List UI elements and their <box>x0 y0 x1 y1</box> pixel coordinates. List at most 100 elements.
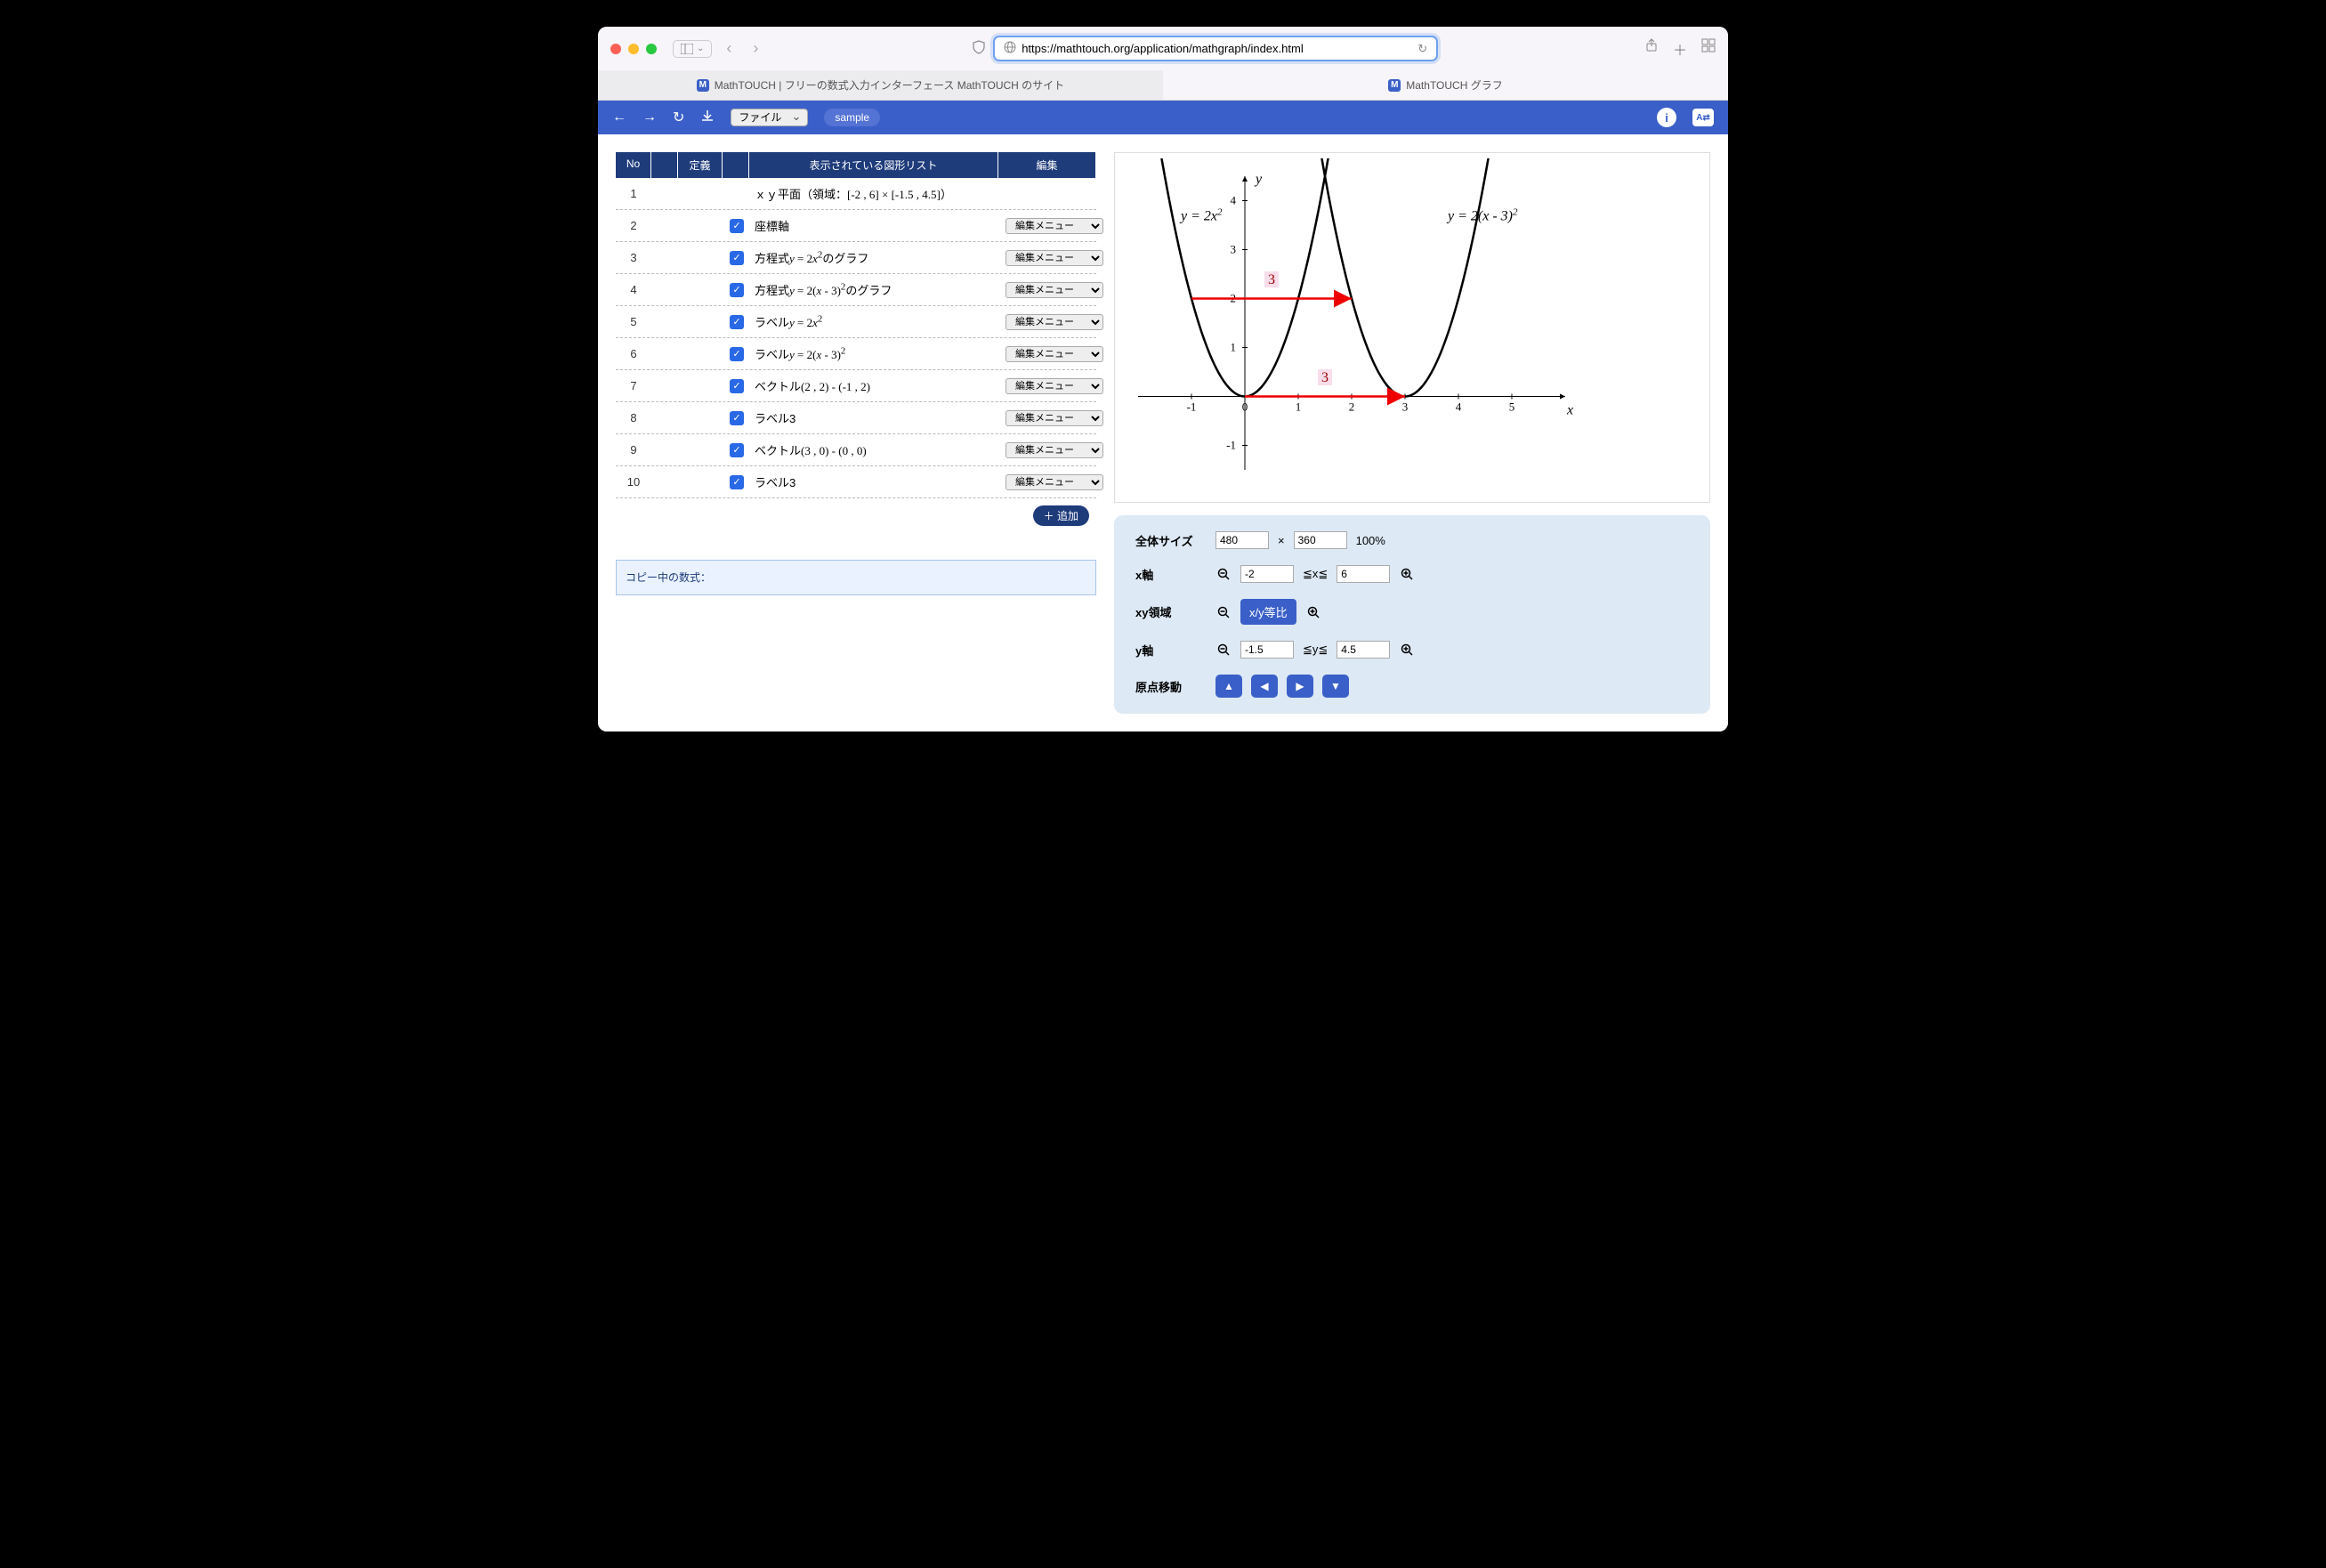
xy-ratio-button[interactable]: x/y等比 <box>1240 599 1296 625</box>
svg-text:0: 0 <box>1242 400 1248 414</box>
edit-menu-select[interactable]: 編集メニュー <box>1006 442 1103 458</box>
row-toggle <box>651 413 678 424</box>
row-visible-checkbox[interactable]: ✓ <box>723 309 749 335</box>
xmax-input[interactable] <box>1337 565 1390 583</box>
percent-label: 100% <box>1356 534 1385 547</box>
add-row-button[interactable]: ＋ 追加 <box>1033 505 1089 526</box>
back-icon[interactable]: ← <box>612 109 626 125</box>
origin-right-button[interactable]: ▶ <box>1287 675 1313 698</box>
col-def: 定義 <box>678 152 723 178</box>
row-visible-checkbox[interactable]: ✓ <box>723 341 749 367</box>
file-select[interactable]: ファイル <box>731 109 808 126</box>
download-icon[interactable] <box>700 109 715 127</box>
row-visible-checkbox[interactable]: ✓ <box>723 277 749 303</box>
row-def <box>678 349 723 360</box>
svg-text:3: 3 <box>1321 370 1329 385</box>
edit-menu-select[interactable]: 編集メニュー <box>1006 282 1103 298</box>
edit-menu-select[interactable]: 編集メニュー <box>1006 378 1103 394</box>
row-no: 1 <box>616 182 651 206</box>
edit-menu-select[interactable]: 編集メニュー <box>1006 474 1103 490</box>
refresh-icon[interactable]: ↻ <box>673 109 684 126</box>
row-description: ラベルy = 2x2 <box>749 308 998 335</box>
row-visible-checkbox[interactable]: ✓ <box>723 469 749 495</box>
privacy-shield-icon[interactable] <box>972 40 986 57</box>
yaxis-label: y軸 <box>1135 642 1207 659</box>
forward-icon[interactable]: → <box>642 109 657 125</box>
favicon-icon: M <box>697 79 709 92</box>
table-row: 8✓ラベル3編集メニュー <box>616 402 1096 434</box>
row-description: ラベルy = 2(x - 3)2 <box>749 340 998 368</box>
table-row: 4✓方程式y = 2(x - 3)2のグラフ編集メニュー <box>616 274 1096 306</box>
row-description: ラベル3 <box>749 404 998 432</box>
row-visible-checkbox[interactable]: ✓ <box>723 437 749 463</box>
origin-down-button[interactable]: ▼ <box>1322 675 1349 698</box>
xyarea-label: xy領域 <box>1135 603 1207 620</box>
row-def <box>678 381 723 392</box>
sample-badge: sample <box>824 109 880 126</box>
language-button[interactable]: A⇄ <box>1692 109 1714 126</box>
row-visible-checkbox[interactable] <box>723 189 749 199</box>
row-description: 方程式y = 2x2のグラフ <box>749 244 998 271</box>
edit-menu-select[interactable]: 編集メニュー <box>1006 346 1103 362</box>
check-icon: ✓ <box>730 251 744 265</box>
browser-tab-2[interactable]: M MathTOUCH グラフ <box>1163 70 1728 100</box>
reload-icon[interactable]: ↻ <box>1417 42 1427 56</box>
width-input[interactable] <box>1215 531 1269 549</box>
address-bar[interactable]: ↻ <box>993 36 1438 61</box>
row-toggle <box>651 477 678 488</box>
graph-canvas: -1012345-11234xyy = 2x2y = 2(x - 3)233 <box>1114 152 1710 503</box>
row-visible-checkbox[interactable]: ✓ <box>723 213 749 238</box>
row-visible-checkbox[interactable]: ✓ <box>723 405 749 431</box>
url-input[interactable] <box>1022 42 1412 55</box>
y-zoom-out-icon[interactable] <box>1215 642 1232 658</box>
row-description: ベクトル(2 , 2) - (-1 , 2) <box>749 372 998 400</box>
sidebar-toggle[interactable]: ⌄ <box>673 40 712 58</box>
edit-menu-select[interactable]: 編集メニュー <box>1006 218 1103 234</box>
edit-menu-select[interactable]: 編集メニュー <box>1006 250 1103 266</box>
new-tab-icon[interactable]: ＋ <box>1673 38 1687 60</box>
table-row: 7✓ベクトル(2 , 2) - (-1 , 2)編集メニュー <box>616 370 1096 402</box>
titlebar: ⌄ ‹ › ↻ ＋ <box>598 27 1728 70</box>
row-no: 3 <box>616 246 651 270</box>
row-description: ｘｙ平面（領域：[-2 , 6] × [-1.5 , 4.5]） <box>749 180 998 207</box>
col-no: No <box>616 152 651 178</box>
tab-title: MathTOUCH | フリーの数式入力インターフェース MathTOUCH の… <box>715 77 1064 93</box>
row-def <box>678 253 723 263</box>
check-icon: ✓ <box>730 411 744 425</box>
info-button[interactable]: i <box>1657 108 1676 127</box>
origin-left-button[interactable]: ◀ <box>1251 675 1278 698</box>
nav-back-button[interactable]: ‹ <box>719 39 739 58</box>
tab-title: MathTOUCH グラフ <box>1406 77 1502 93</box>
row-no: 10 <box>616 470 651 494</box>
ymin-input[interactable] <box>1240 641 1294 659</box>
row-description: 方程式y = 2(x - 3)2のグラフ <box>749 276 998 303</box>
app-toolbar: ← → ↻ ファイル sample i A⇄ <box>598 101 1728 134</box>
nav-forward-button[interactable]: › <box>746 39 765 58</box>
xmin-input[interactable] <box>1240 565 1294 583</box>
y-zoom-in-icon[interactable] <box>1399 642 1415 658</box>
row-visible-checkbox[interactable]: ✓ <box>723 373 749 399</box>
svg-text:y = 2(x - 3)2: y = 2(x - 3)2 <box>1446 207 1518 224</box>
minimize-window-button[interactable] <box>628 44 639 54</box>
edit-menu-select[interactable]: 編集メニュー <box>1006 314 1103 330</box>
row-visible-checkbox[interactable]: ✓ <box>723 245 749 271</box>
close-window-button[interactable] <box>610 44 621 54</box>
svg-text:-1: -1 <box>1226 439 1236 452</box>
x-zoom-in-icon[interactable] <box>1399 566 1415 582</box>
table-row: 2✓座標軸編集メニュー <box>616 210 1096 242</box>
share-icon[interactable] <box>1644 38 1659 60</box>
origin-up-button[interactable]: ▲ <box>1215 675 1242 698</box>
maximize-window-button[interactable] <box>646 44 657 54</box>
xy-zoom-in-icon[interactable] <box>1305 604 1321 620</box>
x-zoom-out-icon[interactable] <box>1215 566 1232 582</box>
edit-menu-select[interactable]: 編集メニュー <box>1006 410 1103 426</box>
row-no: 2 <box>616 214 651 238</box>
table-row: 10✓ラベル3編集メニュー <box>616 466 1096 498</box>
xy-zoom-out-icon[interactable] <box>1215 604 1232 620</box>
tab-overview-icon[interactable] <box>1701 38 1716 60</box>
ymax-input[interactable] <box>1337 641 1390 659</box>
height-input[interactable] <box>1294 531 1347 549</box>
browser-tab-1[interactable]: M MathTOUCH | フリーの数式入力インターフェース MathTOUCH… <box>598 70 1163 100</box>
svg-text:3: 3 <box>1268 272 1275 287</box>
col-list: 表示されている図形リスト <box>749 152 998 178</box>
